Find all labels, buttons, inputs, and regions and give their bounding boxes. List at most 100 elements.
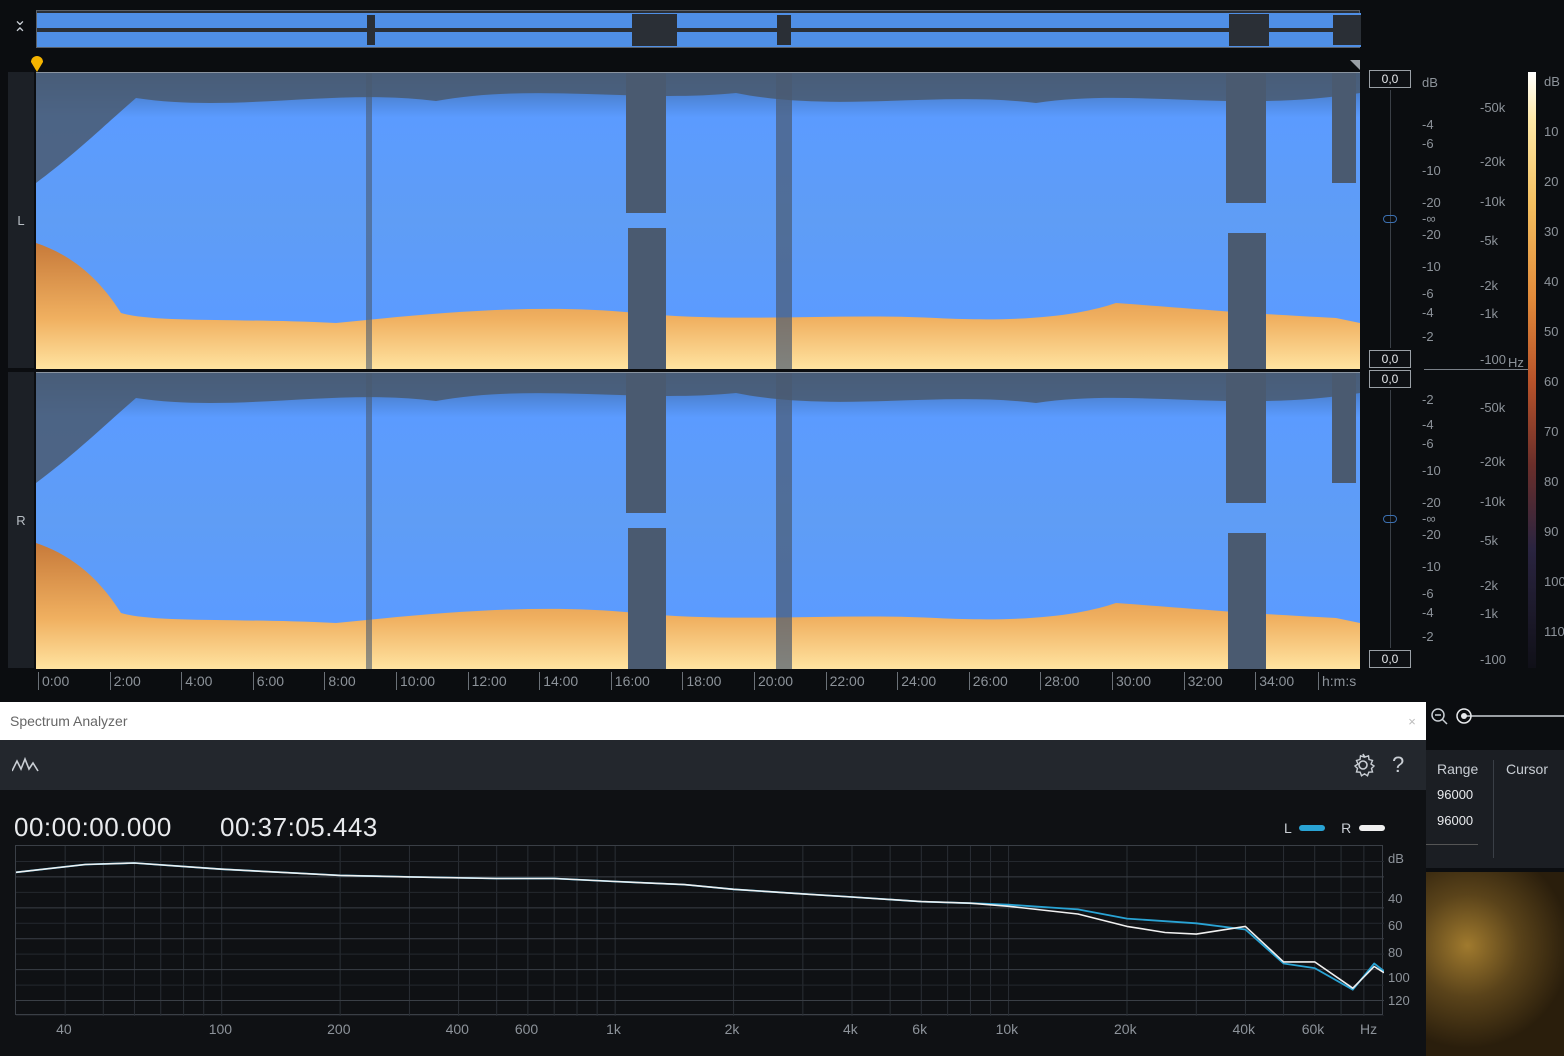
amp-label-r-8: -6 (1422, 586, 1434, 601)
channel-right-text: R (16, 512, 26, 528)
spectrum-analyzer-titlebar[interactable]: Spectrum Analyzer (0, 702, 1426, 740)
scale-divider (1424, 369, 1528, 370)
freq-label-l-5: -1k (1480, 306, 1499, 321)
amp-label-r-3: -10 (1422, 463, 1441, 478)
selection-panel: Range Cursor 96000 96000 (1426, 750, 1564, 868)
freq-axis-label-10: 20k (1114, 1021, 1137, 1037)
legend-l-swatch (1299, 825, 1326, 831)
time-tick-15: 30:00 (1112, 672, 1151, 690)
overview-waveform[interactable] (36, 10, 1361, 48)
freq-label-r-4: -2k (1480, 578, 1499, 593)
db-box-right-bottom[interactable]: 0,0 (1369, 650, 1411, 668)
amp-label-r-7: -10 (1422, 559, 1441, 574)
freq-label-r-3: -5k (1480, 533, 1499, 548)
spectrum-analyzer-toolbar: ? (0, 740, 1426, 790)
overview-right-band (37, 32, 1361, 47)
time-ruler[interactable]: 0:00 2:00 4:00 6:00 8:00 10:00 12:00 14:00 16:00… (36, 670, 1360, 694)
end-time: 00:37:05.443 (220, 812, 378, 842)
freq-label-r-6: -100 (1480, 652, 1507, 667)
amp-label-l-8: -6 (1422, 286, 1434, 301)
spectrogram-left-graphic (36, 73, 1360, 369)
freq-axis-label-8: 6k (912, 1021, 928, 1037)
db-box-left-bottom[interactable]: 0,0 (1369, 350, 1411, 368)
time-tick-12: 24:00 (897, 672, 936, 690)
frequency-scale-left: -50k -20k -10k -5k -2k -1k -100 (1476, 72, 1528, 368)
legend-r-swatch (1359, 825, 1386, 831)
range-header: Range (1437, 761, 1479, 777)
frequency-unit: Hz (1508, 355, 1524, 370)
freq-label-l-0: -50k (1480, 100, 1506, 115)
amp-label-l-9: -4 (1422, 305, 1434, 320)
spectrum-plot[interactable] (15, 845, 1385, 1017)
background-photo (1426, 872, 1564, 1056)
amp-label-l-3: -10 (1422, 163, 1441, 178)
spectrogram-right-graphic (36, 373, 1360, 669)
amp-label-l-5: -∞ (1422, 211, 1436, 226)
color-scale-label-0: dB (1544, 74, 1560, 89)
color-scale-labels: dB 10 20 30 40 50 60 70 80 90 100 110 (1542, 72, 1564, 668)
color-scale-label-7: 70 (1544, 424, 1559, 439)
freq-axis-label-6: 2k (724, 1021, 740, 1037)
amplitude-scale-left: dB -4 -6 -10 -20 -∞ -20 -10 -6 -4 -2 (1422, 72, 1470, 368)
channel-label-right[interactable]: R (8, 372, 34, 668)
db-box-right-top[interactable]: 0,0 (1369, 370, 1411, 388)
freq-axis-label-12: 60k (1301, 1021, 1325, 1037)
cursor-header: Cursor (1506, 761, 1549, 777)
db-axis-label-2: 60 (1388, 918, 1403, 933)
collapse-toggle-icon[interactable]: ⌄ ⌃ (8, 13, 32, 48)
gear-icon[interactable] (1350, 752, 1376, 778)
end-marker-icon[interactable] (1350, 60, 1360, 70)
spectrum-plot-svg (15, 846, 1385, 1017)
amp-label-l-10: -2 (1422, 329, 1434, 344)
channel-left-text: L (17, 212, 25, 228)
range-value-1[interactable]: 96000 (1437, 787, 1473, 802)
panel-underline (1426, 844, 1478, 845)
spectrogram-right[interactable] (36, 372, 1360, 669)
db-axis-label-3: 80 (1388, 945, 1403, 960)
legend-r-label: R (1341, 820, 1352, 836)
time-tick-2: 4:00 (181, 672, 212, 690)
time-tick-3: 6:00 (252, 672, 284, 690)
amp-label-l-1: -4 (1422, 117, 1434, 132)
level-slider-knob-left[interactable] (1383, 215, 1397, 223)
freq-label-r-0: -50k (1480, 400, 1506, 415)
level-slider-knob-right[interactable] (1383, 515, 1397, 523)
freq-axis-label-7: 4k (843, 1021, 858, 1037)
db-axis-label-0: dB (1388, 851, 1404, 866)
freq-label-r-5: -1k (1480, 606, 1499, 621)
db-box-left-top[interactable]: 0,0 (1369, 70, 1411, 88)
panel-column-divider (1493, 760, 1494, 858)
help-icon[interactable]: ? (1392, 752, 1404, 778)
spectrum-waveform-icon[interactable] (12, 755, 40, 775)
freq-axis-label-5: 1k (606, 1021, 621, 1037)
time-tick-14: 28:00 (1040, 672, 1079, 690)
time-unit: h:m:s (1318, 672, 1356, 690)
overview-left-band (37, 13, 1361, 28)
range-value-2[interactable]: 96000 (1437, 813, 1473, 828)
color-scale-label-2: 20 (1544, 174, 1559, 189)
db-axis-label-1: 40 (1388, 891, 1403, 906)
color-scale-label-9: 90 (1544, 524, 1559, 539)
freq-label-l-2: -10k (1480, 194, 1506, 209)
amp-label-r-9: -4 (1422, 605, 1434, 620)
db-axis-label-5: 120 (1388, 993, 1410, 1008)
spectrum-analyzer-title: Spectrum Analyzer (10, 713, 128, 729)
freq-label-l-6: -100 (1480, 352, 1507, 367)
spectrogram-left[interactable] (36, 72, 1360, 369)
color-scale-label-5: 50 (1544, 324, 1559, 339)
app-window: ⌄ ⌃ L R 0,0 0,0 0,0 0,0 dB -4 -6 -10 -20… (0, 0, 1564, 1056)
amplitude-scale-right: -2 -4 -6 -10 -20 -∞ -20 -10 -6 -4 -2 (1422, 372, 1470, 668)
color-scale-label-4: 40 (1544, 274, 1559, 289)
amp-label-l-2: -6 (1422, 136, 1434, 151)
color-scale-label-3: 30 (1544, 224, 1559, 239)
color-scale-label-11: 110 (1544, 624, 1564, 639)
freq-axis-label-11: 40k (1232, 1021, 1256, 1037)
amp-label-r-4: -20 (1422, 495, 1441, 510)
freq-axis-label-13: Hz (1360, 1021, 1378, 1037)
db-axis-label-4: 100 (1388, 970, 1410, 985)
close-icon[interactable]: × (1400, 710, 1424, 734)
channel-label-left[interactable]: L (8, 72, 34, 368)
freq-axis-label-4: 600 (514, 1021, 539, 1037)
zoom-control[interactable] (1428, 704, 1564, 728)
freq-axis-label-0: 40 (56, 1021, 72, 1037)
